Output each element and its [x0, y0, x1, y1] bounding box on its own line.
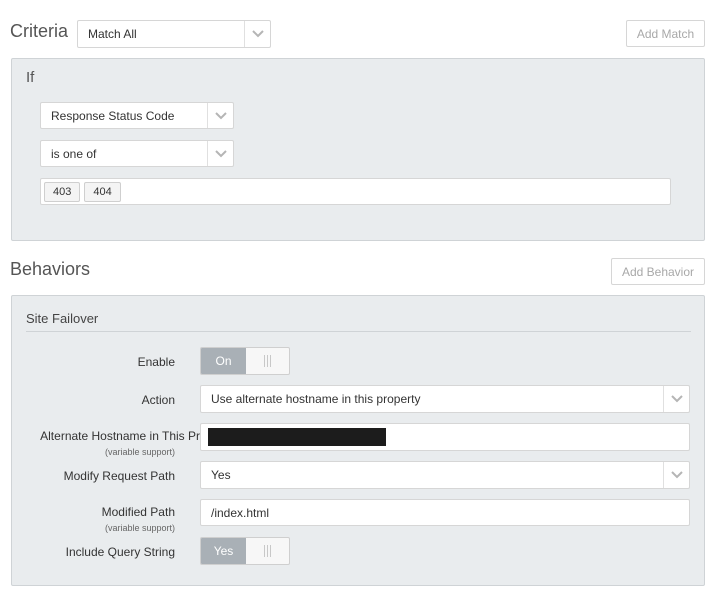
operator-select[interactable]: is one of — [40, 140, 234, 167]
status-code-tag[interactable]: 403 — [44, 181, 81, 202]
site-failover-title: Site Failover — [26, 311, 99, 326]
alt-hostname-label: Alternate Hostname in This Pr — [40, 429, 200, 443]
include-query-label: Include Query String — [65, 545, 175, 559]
modify-path-select-value: Yes — [211, 468, 231, 482]
enable-label: Enable — [137, 355, 175, 369]
grip-icon — [246, 348, 289, 374]
status-code-tag[interactable]: 404 — [84, 181, 121, 202]
match-select[interactable]: Match All — [77, 20, 271, 48]
site-failover-panel: Site Failover Enable On Action Use alter… — [11, 295, 705, 586]
chevron-down-icon — [207, 103, 233, 128]
condition-select-value: Response Status Code — [51, 108, 175, 123]
action-label: Action — [141, 393, 175, 407]
chevron-down-icon — [663, 462, 689, 488]
action-select[interactable]: Use alternate hostname in this property — [200, 385, 690, 413]
include-query-toggle-value: Yes — [201, 538, 246, 564]
enable-toggle-value: On — [201, 348, 246, 374]
action-select-value: Use alternate hostname in this property — [211, 392, 421, 406]
modified-path-label: Modified Path — [101, 505, 175, 519]
redacted-value — [208, 428, 386, 446]
modify-path-label: Modify Request Path — [63, 469, 175, 483]
chevron-down-icon — [663, 386, 689, 412]
condition-select[interactable]: Response Status Code — [40, 102, 234, 129]
alt-hostname-input[interactable] — [200, 423, 690, 451]
add-match-button[interactable]: Add Match — [626, 20, 705, 47]
if-title: If — [26, 69, 35, 86]
if-panel: If Response Status Code is one of 403 40… — [11, 58, 705, 241]
modified-path-sublabel: (variable support) — [104, 523, 175, 533]
modified-path-input[interactable]: /index.html — [200, 499, 690, 526]
chevron-down-icon — [244, 21, 270, 47]
add-behavior-button[interactable]: Add Behavior — [611, 258, 705, 285]
grip-icon — [246, 538, 289, 564]
divider — [26, 331, 691, 332]
include-query-toggle[interactable]: Yes — [200, 537, 290, 565]
behaviors-title: Behaviors — [10, 259, 91, 279]
enable-toggle[interactable]: On — [200, 347, 290, 375]
operator-select-value: is one of — [51, 146, 97, 161]
match-select-value: Match All — [88, 27, 137, 41]
alt-hostname-sublabel: (variable support) — [104, 447, 175, 457]
criteria-title: Criteria — [10, 21, 69, 41]
status-codes-input[interactable]: 403 404 — [40, 178, 671, 205]
modify-path-select[interactable]: Yes — [200, 461, 690, 489]
chevron-down-icon — [207, 141, 233, 166]
